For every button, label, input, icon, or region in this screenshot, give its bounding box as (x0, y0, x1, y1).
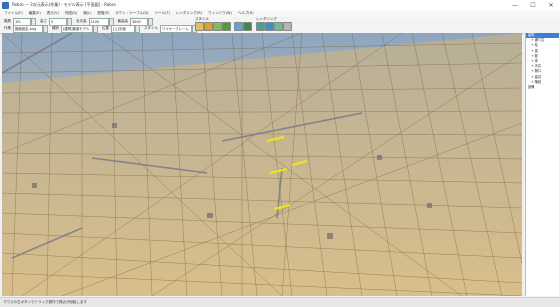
render-light-icon[interactable] (256, 22, 265, 31)
maximize-button[interactable]: ☐ (524, 0, 542, 10)
menu-item-window[interactable]: ウィンドウ(W) (208, 11, 232, 16)
type-select[interactable]: [建物]構造モデル (61, 24, 93, 33)
menu-item-pipe[interactable]: 配管(P) (97, 11, 109, 16)
wireframe-icon[interactable] (195, 22, 204, 31)
max-height-label: 最高高 (117, 19, 129, 23)
floor-height-label: 全天高 (76, 19, 87, 23)
shade-icon[interactable] (204, 22, 213, 31)
view-home-icon[interactable] (234, 22, 243, 31)
layer-dropdown[interactable] (43, 24, 48, 33)
floor-label: 階層 (4, 19, 11, 23)
texture-icon[interactable] (213, 22, 222, 31)
wireframe-model (2, 33, 522, 296)
type-label: 種別 (52, 26, 59, 30)
close-button[interactable]: ✕ (542, 0, 560, 10)
type-dropdown[interactable] (93, 24, 98, 33)
position-dropdown[interactable] (135, 24, 140, 33)
3d-viewport[interactable] (2, 33, 522, 296)
menu-bar: ファイル(F) 編集(E) 表示(V) 作図(D) 線(L) 配管(P) ダクト… (0, 10, 560, 17)
menu-item-line[interactable]: 線(L) (83, 11, 91, 16)
hidden-line-icon[interactable] (222, 22, 231, 31)
render-setting-icon[interactable] (283, 22, 292, 31)
menu-item-help[interactable]: ヘルプ(H) (238, 11, 254, 16)
layer-label: 作業 (4, 26, 11, 30)
layer-select[interactable]: 図面設定.png (13, 24, 43, 33)
menu-item-file[interactable]: ファイル(F) (4, 11, 23, 16)
style-label: スタイル (144, 26, 158, 30)
height-label: 高さ (40, 19, 47, 23)
tree-item-equipment[interactable]: 設備 (526, 85, 559, 90)
window-controls: — ☐ ✕ (506, 0, 560, 10)
render-camera-icon[interactable] (265, 22, 274, 31)
toolbar-row-2: 作業 図面設定.png 種別 [建物]構造モデル 位置 [上]平面 スタイル ワ… (2, 24, 199, 33)
menu-item-tool[interactable]: ツール(T) (155, 11, 170, 16)
menu-item-render[interactable]: レンダリング(R) (176, 11, 202, 16)
minimize-button[interactable]: — (506, 0, 524, 10)
window-title: Rebro — 3次元表示(作業) - モデル表示 [平面図] - Rebro (12, 2, 116, 7)
position-label: 位置 (102, 26, 109, 30)
menu-item-view[interactable]: 表示(V) (47, 11, 59, 16)
view-top-icon[interactable] (243, 22, 252, 31)
menu-item-edit[interactable]: 編集(E) (29, 11, 41, 16)
render-walk-icon[interactable] (274, 22, 283, 31)
menu-item-duct[interactable]: ダクト・ケーブル(D) (115, 11, 148, 16)
object-tree-panel: 建物 + 通り芯 + 柱 + 梁 + 壁 + 床 + 天井 + 開口 + 建具 … (525, 33, 559, 296)
menu-item-draw[interactable]: 作図(D) (65, 11, 77, 16)
status-text: マウスの左ボタンでドラッグ操作で視点が回転します (3, 300, 87, 304)
style-select[interactable]: ワイヤーフレーム (160, 24, 192, 33)
position-select[interactable]: [上]平面 (111, 24, 135, 33)
app-icon (2, 1, 9, 9)
